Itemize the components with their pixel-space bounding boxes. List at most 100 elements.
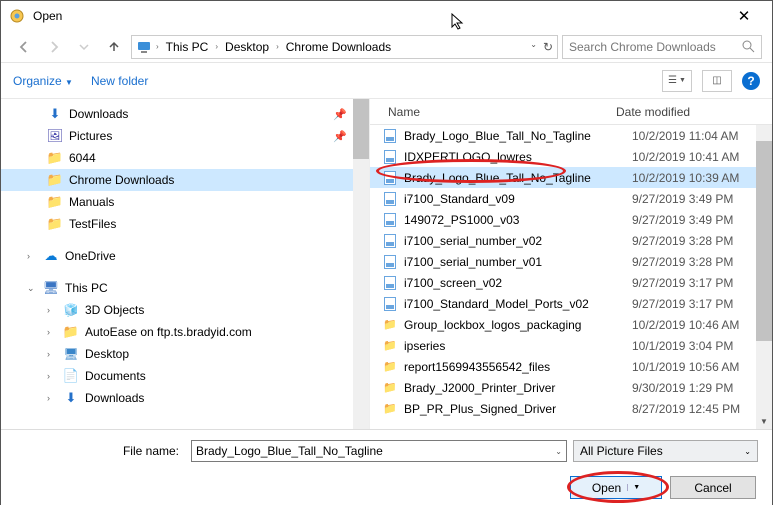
chevron-right-icon[interactable]: ›	[156, 42, 159, 51]
tree-manuals[interactable]: 📁Manuals	[1, 191, 369, 213]
app-icon	[9, 8, 25, 24]
file-date: 10/2/2019 10:39 AM	[632, 171, 739, 185]
pin-icon: 📌	[333, 108, 347, 121]
file-date: 10/2/2019 10:46 AM	[632, 318, 739, 332]
refresh-button[interactable]: ↻	[543, 40, 553, 54]
help-button[interactable]: ?	[742, 72, 760, 90]
image-file-icon	[382, 170, 398, 186]
search-input[interactable]: Search Chrome Downloads	[562, 35, 762, 59]
nav-up-button[interactable]	[101, 35, 127, 59]
window-title: Open	[33, 9, 724, 23]
new-folder-button[interactable]: New folder	[91, 74, 148, 88]
file-row[interactable]: i7100_serial_number_v029/27/2019 3:28 PM	[370, 230, 772, 251]
filename-value: Brady_Logo_Blue_Tall_No_Tagline	[196, 444, 383, 458]
file-date: 9/27/2019 3:49 PM	[632, 192, 733, 206]
tree-3dobjects[interactable]: ›🧊3D Objects	[1, 299, 369, 321]
nav-tree: ⬇Downloads📌 🖼Pictures📌 📁6044 📁Chrome Dow…	[1, 99, 369, 429]
file-date: 9/27/2019 3:17 PM	[632, 276, 733, 290]
nav-back-button[interactable]	[11, 35, 37, 59]
tree-testfiles[interactable]: 📁TestFiles	[1, 213, 369, 235]
file-name: Group_lockbox_logos_packaging	[404, 318, 626, 332]
file-row[interactable]: i7100_Standard_v09 9/27/2019 3:49 PM	[370, 188, 772, 209]
scroll-down-arrow[interactable]: ▼	[756, 413, 772, 429]
column-date[interactable]: Date modified	[616, 105, 772, 119]
file-row[interactable]: 149072_PS1000_v039/27/2019 3:49 PM	[370, 209, 772, 230]
file-row[interactable]: 📁 Brady_J2000_Printer_Driver 9/30/2019 1:2…	[370, 377, 772, 398]
breadcrumb-chromedownloads[interactable]: Chrome Downloads	[283, 40, 394, 54]
file-name: i7100_Standard_Model_Ports_v02	[404, 297, 626, 311]
tree-thispc[interactable]: ⌄🖥This PC	[1, 277, 369, 299]
image-file-icon	[382, 254, 398, 270]
file-date: 9/27/2019 3:28 PM	[632, 255, 733, 269]
file-name: Brady_Logo_Blue_Tall_No_Tagline	[404, 171, 626, 185]
file-row[interactable]: Brady_Logo_Blue_Tall_No_Tagline 10/2/2019…	[370, 125, 772, 146]
tree-desktop[interactable]: ›🖥Desktop	[1, 343, 369, 365]
file-scrollbar-thumb[interactable]	[756, 141, 772, 341]
file-name: Brady_J2000_Printer_Driver	[404, 381, 626, 395]
chevron-right-icon[interactable]: ›	[215, 42, 218, 51]
close-button[interactable]: ✕	[724, 7, 764, 25]
tree-pictures[interactable]: 🖼Pictures📌	[1, 125, 369, 147]
breadcrumb-thispc[interactable]: This PC	[163, 40, 212, 54]
file-name: IDXPERTLOGO_lowres	[404, 150, 626, 164]
tree-onedrive[interactable]: ›☁OneDrive	[1, 245, 369, 267]
file-row[interactable]: Brady_Logo_Blue_Tall_No_Tagline 10/2/2019…	[370, 167, 772, 188]
folder-icon: 📁	[382, 338, 398, 354]
image-file-icon	[382, 296, 398, 312]
file-date: 9/27/2019 3:17 PM	[632, 297, 733, 311]
tree-autoease[interactable]: ›📁AutoEase on ftp.ts.bradyid.com	[1, 321, 369, 343]
file-name: i7100_serial_number_v01	[404, 255, 626, 269]
filename-input[interactable]: Brady_Logo_Blue_Tall_No_Tagline ⌄	[191, 440, 567, 462]
chevron-right-icon[interactable]: ›	[276, 42, 279, 51]
file-name: i7100_Standard_v09	[404, 192, 626, 206]
file-row[interactable]: i7100_serial_number_v01 9/27/2019 3:28 PM	[370, 251, 772, 272]
file-list: Name Date modified Brady_Logo_Blue_Tall_…	[369, 99, 772, 429]
file-date: 10/1/2019 3:04 PM	[632, 339, 733, 353]
folder-icon: 📁	[382, 317, 398, 333]
file-date: 10/2/2019 11:04 AM	[632, 129, 739, 143]
tree-scrollbar-thumb[interactable]	[353, 99, 369, 159]
file-date: 9/30/2019 1:29 PM	[632, 381, 733, 395]
file-row[interactable]: i7100_screen_v02 9/27/2019 3:17 PM	[370, 272, 772, 293]
tree-chrome-downloads[interactable]: 📁Chrome Downloads	[1, 169, 369, 191]
nav-recent-button[interactable]	[71, 35, 97, 59]
file-row[interactable]: 📁BP_PR_Plus_Signed_Driver8/27/2019 12:45…	[370, 398, 772, 419]
filetype-filter[interactable]: All Picture Files ⌄	[573, 440, 758, 462]
file-row[interactable]: i7100_Standard_Model_Ports_v02 9/27/2019 …	[370, 293, 772, 314]
pc-icon	[136, 39, 152, 55]
file-name: i7100_screen_v02	[404, 276, 626, 290]
tree-documents[interactable]: ›📄Documents	[1, 365, 369, 387]
image-file-icon	[382, 149, 398, 165]
image-file-icon	[382, 191, 398, 207]
file-date: 9/27/2019 3:49 PM	[632, 213, 733, 227]
search-icon	[742, 40, 755, 53]
file-name: Brady_Logo_Blue_Tall_No_Tagline	[404, 129, 626, 143]
file-row[interactable]: 📁report1569943556542_files10/1/2019 10:5…	[370, 356, 772, 377]
search-placeholder: Search Chrome Downloads	[569, 40, 716, 54]
open-split-icon[interactable]: ▼	[627, 484, 640, 491]
column-name[interactable]: Name	[370, 105, 616, 119]
organize-button[interactable]: Organize ▼	[13, 74, 73, 88]
file-date: 9/27/2019 3:28 PM	[632, 234, 733, 248]
address-bar[interactable]: › This PC › Desktop › Chrome Downloads ⌄…	[131, 35, 558, 59]
folder-icon: 📁	[382, 359, 398, 375]
tree-downloads[interactable]: ⬇Downloads📌	[1, 103, 369, 125]
file-row[interactable]: IDXPERTLOGO_lowres10/2/2019 10:41 AM	[370, 146, 772, 167]
file-row[interactable]: 📁 ipseries 10/1/2019 3:04 PM	[370, 335, 772, 356]
view-mode-button[interactable]: ☰ ▼	[662, 70, 692, 92]
nav-forward-button[interactable]	[41, 35, 67, 59]
address-dropdown-icon[interactable]: ⌄	[530, 40, 537, 54]
folder-icon: 📁	[382, 380, 398, 396]
open-button[interactable]: Open▼	[570, 476, 662, 499]
tree-6044[interactable]: 📁6044	[1, 147, 369, 169]
cancel-button[interactable]: Cancel	[670, 476, 756, 499]
image-file-icon	[382, 128, 398, 144]
file-name: ipseries	[404, 339, 626, 353]
filename-dropdown-icon[interactable]: ⌄	[555, 447, 562, 456]
preview-pane-button[interactable]: ◫	[702, 70, 732, 92]
tree-downloads2[interactable]: ›⬇Downloads	[1, 387, 369, 409]
breadcrumb-desktop[interactable]: Desktop	[222, 40, 272, 54]
file-name: BP_PR_Plus_Signed_Driver	[404, 402, 626, 416]
file-row[interactable]: 📁 Group_lockbox_logos_packaging 10/2/2019 …	[370, 314, 772, 335]
filename-label: File name:	[15, 444, 185, 458]
